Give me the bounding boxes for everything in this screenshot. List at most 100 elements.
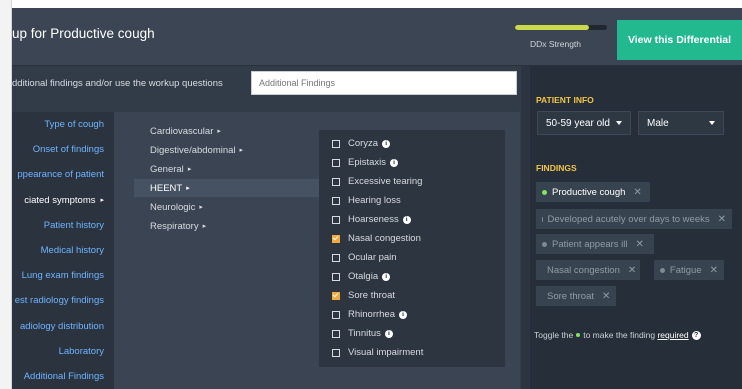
symptom-item[interactable]: Sore throat (319, 286, 505, 305)
close-icon[interactable]: ✕ (710, 265, 718, 276)
category-label: adiology distribution (20, 320, 104, 332)
category-item[interactable]: adiology distribution (12, 314, 114, 339)
close-icon[interactable]: ✕ (718, 214, 726, 225)
toggle-hint-prefix: Toggle the (534, 330, 574, 340)
body-system-label: General (150, 163, 184, 175)
patient-info-heading: PATIENT INFO (536, 95, 594, 105)
symptom-label: Otalgia (348, 271, 379, 282)
category-item[interactable]: Laboratory (12, 339, 114, 364)
finding-label: Sore throat (547, 290, 594, 302)
category-label: Additional Findings (23, 370, 104, 382)
info-icon[interactable]: i (382, 139, 391, 148)
category-item[interactable]: Additional Findings (12, 364, 114, 389)
symptom-item[interactable]: Hearing loss (319, 191, 505, 210)
symptom-item[interactable]: Nasal congestion (319, 229, 505, 248)
toggle-hint-middle: to make the finding (583, 330, 656, 340)
category-label: ppearance of patient (17, 169, 104, 181)
symptom-item[interactable]: Visual impairment (319, 343, 505, 362)
symptom-label: Epistaxis (348, 157, 387, 168)
finding-chip[interactable]: Sore throat ✕ (536, 286, 616, 306)
required-link[interactable]: required (657, 330, 688, 340)
checkbox[interactable] (332, 348, 340, 357)
finding-chip[interactable]: Nasal congestion ✕ (536, 260, 640, 280)
symptom-item[interactable]: Coryza i (319, 134, 505, 153)
checkbox[interactable] (332, 158, 340, 167)
instruction-text: dditional findings and/or use the workup… (12, 78, 223, 89)
category-item[interactable]: Medical history (12, 238, 114, 263)
finding-chip[interactable]: Patient appears ill ✕ (536, 234, 654, 254)
body-system-item[interactable]: Digestive/abdominal ▸ (132, 141, 320, 159)
close-icon[interactable]: ✕ (633, 187, 641, 198)
body-system-label: HEENT (150, 182, 183, 194)
sex-select[interactable]: Male (638, 111, 724, 135)
symptom-item[interactable]: Hoarseness i (319, 210, 505, 229)
category-item[interactable]: ciated symptoms ▸ (12, 188, 114, 213)
workup-main-panel: dditional findings and/or use the workup… (12, 66, 521, 389)
close-icon[interactable]: ✕ (636, 239, 644, 250)
body-system-item[interactable]: General ▸ (132, 160, 320, 178)
required-toggle-dot[interactable] (542, 241, 547, 247)
info-icon[interactable]: i (384, 329, 393, 338)
ddx-strength-track (515, 25, 607, 30)
category-item[interactable]: Type of cough (12, 112, 114, 137)
body-system-item[interactable]: Respiratory ▸ (132, 217, 320, 235)
info-icon[interactable]: i (382, 272, 391, 281)
symptom-item[interactable]: Tinnitus i (319, 324, 505, 343)
symptom-item[interactable]: Excessive tearing (319, 172, 505, 191)
required-toggle-dot[interactable] (660, 267, 665, 273)
category-label: Onset of findings (32, 144, 104, 156)
finding-label: Nasal congestion (547, 264, 620, 276)
symptom-label: Tinnitus (348, 328, 381, 339)
checkbox[interactable] (332, 196, 340, 205)
finding-chip[interactable]: Fatigue ✕ (654, 260, 724, 280)
category-item[interactable]: Lung exam findings (12, 263, 114, 288)
checkbox[interactable] (332, 329, 340, 338)
checkbox-checked[interactable] (332, 291, 340, 300)
finding-chip[interactable]: Productive cough ✕ (536, 182, 650, 202)
view-differential-button[interactable]: View this Differential (617, 20, 742, 60)
body-system-item[interactable]: HEENT ▸ (134, 179, 322, 197)
finding-chip[interactable]: Developed acutely over days to weeks ✕ (536, 209, 732, 229)
info-icon[interactable]: i (402, 215, 411, 224)
toggle-required-hint: Toggle the to make the finding required? (534, 330, 701, 341)
symptom-item[interactable]: Otalgia i (319, 267, 505, 286)
body-system-label: Cardiovascular (150, 125, 214, 137)
symptom-item[interactable]: Epistaxis i (319, 153, 505, 172)
checkbox[interactable] (332, 272, 340, 281)
body-system-item[interactable]: Cardiovascular ▸ (132, 122, 320, 140)
chevron-right-icon: ▸ (187, 166, 192, 173)
body-system-item[interactable]: Neurologic ▸ (132, 198, 320, 216)
body-system-menu: Respiratory ▸ Neurologic ▸ HEENT ▸ General ▸ Dig… (114, 112, 520, 389)
checkbox[interactable] (332, 177, 340, 186)
chevron-right-icon: ▸ (186, 185, 190, 192)
age-value: 50-59 year old (546, 117, 610, 129)
category-item[interactable]: Patient history (12, 213, 114, 238)
help-icon[interactable]: ? (691, 331, 701, 341)
body-system-label: Respiratory (150, 220, 199, 232)
category-item[interactable]: ppearance of patient (12, 162, 114, 187)
symptom-item[interactable]: Ocular pain (319, 248, 505, 267)
finding-label: Productive cough (552, 186, 626, 198)
additional-findings-input[interactable] (251, 71, 517, 95)
close-icon[interactable]: ✕ (602, 291, 610, 302)
category-item[interactable]: Onset of findings (12, 137, 114, 162)
workup-category-list: Type of cough Onset of findings ppearance … (12, 112, 114, 389)
info-icon[interactable]: i (390, 158, 399, 167)
chevron-right-icon: ▸ (199, 204, 203, 211)
checkbox[interactable] (332, 253, 340, 262)
checkbox-checked[interactable] (332, 234, 340, 243)
age-select[interactable]: 50-59 year old (537, 111, 631, 135)
symptom-label: Hoarseness (348, 214, 399, 225)
differential-workup-panel: up for Productive cough DDx Strength Vie… (12, 0, 742, 389)
info-icon[interactable]: i (399, 310, 407, 319)
ddx-strength-label: DDx Strength (530, 39, 582, 49)
symptom-item[interactable]: Rhinorrhea i (319, 305, 505, 324)
close-icon[interactable]: ✕ (628, 265, 636, 276)
category-item[interactable]: est radiology findings (12, 288, 114, 313)
checkbox[interactable] (332, 215, 340, 224)
sex-value: Male (647, 117, 669, 129)
checkbox[interactable] (332, 310, 340, 319)
chevron-right-icon: ▸ (100, 197, 104, 205)
required-toggle-dot[interactable] (542, 189, 547, 195)
checkbox[interactable] (332, 139, 340, 148)
